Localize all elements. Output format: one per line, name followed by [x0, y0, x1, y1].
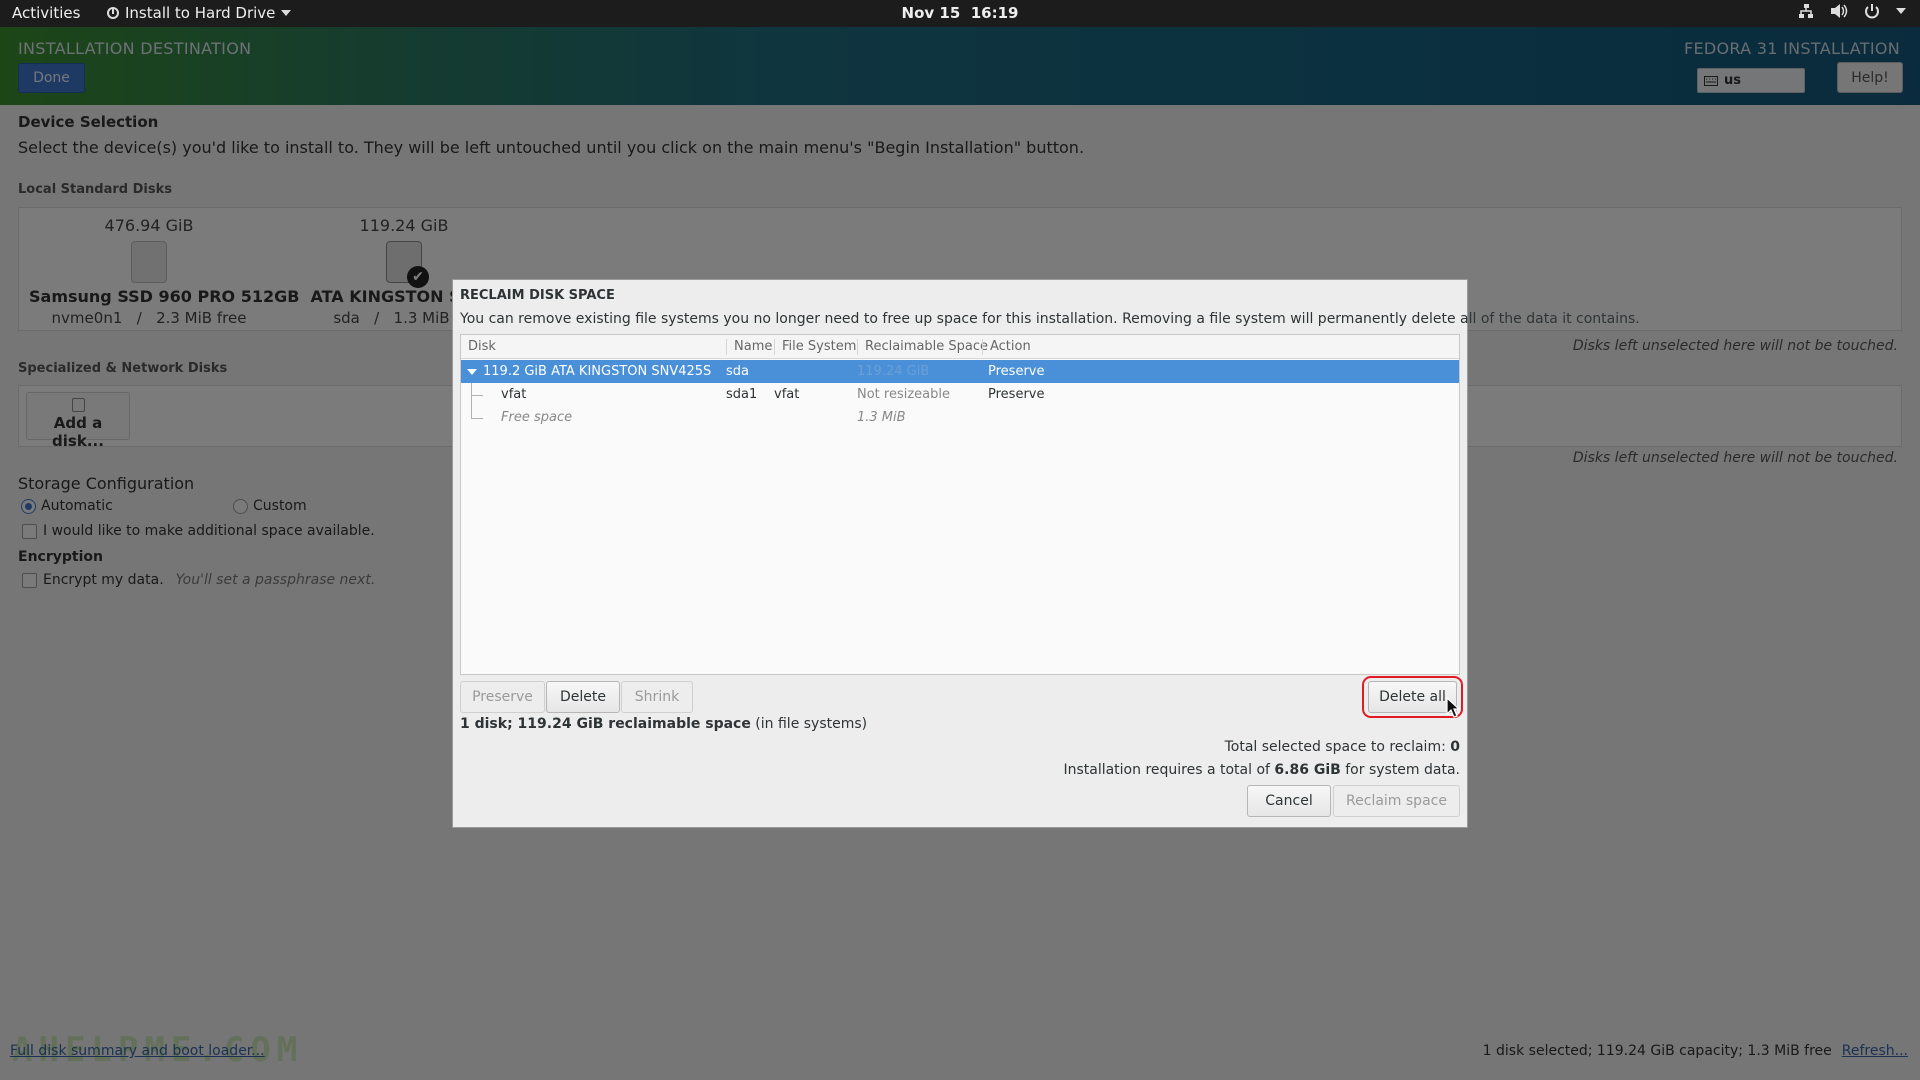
- reclaim-disk-space-dialog: RECLAIM DISK SPACE You can remove existi…: [452, 279, 1640, 828]
- cancel-button[interactable]: Cancel: [1247, 785, 1331, 817]
- installer-icon: [107, 7, 119, 19]
- disk-cell: Free space: [501, 410, 573, 425]
- top-bar: Activities Install to Hard Drive Nov 15 …: [0, 0, 1920, 27]
- total-value: 0: [1450, 739, 1460, 755]
- clock[interactable]: Nov 15 16:19: [902, 4, 1019, 22]
- fs-cell: vfat: [774, 387, 800, 402]
- expander-triangle-icon[interactable]: [467, 368, 477, 375]
- reclaim-summary: 1 disk; 119.24 GiB reclaimable space (in…: [460, 716, 867, 732]
- reclaim-cell: Not resizeable: [857, 387, 950, 402]
- activities-button[interactable]: Activities: [12, 4, 80, 22]
- preserve-button[interactable]: Preserve: [460, 681, 545, 713]
- tree-row-disk[interactable]: 119.2 GiB ATA KINGSTON SNV425S sda 119.2…: [461, 360, 1459, 383]
- total-reclaim: Total selected space to reclaim: 0: [1225, 739, 1460, 755]
- column-action[interactable]: Action: [982, 339, 1031, 355]
- requires-pre: Installation requires a total of: [1063, 762, 1275, 778]
- requires-value: 6.86 GiB: [1274, 762, 1341, 778]
- reclaim-cell: 119.24 GiB: [857, 364, 930, 379]
- network-icon: [1799, 4, 1813, 18]
- disk-label: 119.2 GiB ATA KINGSTON SNV425S: [483, 364, 712, 379]
- delete-button[interactable]: Delete: [546, 681, 620, 713]
- dialog-description: You can remove existing file systems you…: [460, 311, 1640, 327]
- dialog-title: RECLAIM DISK SPACE: [460, 288, 615, 303]
- power-icon: [1865, 4, 1879, 19]
- mouse-pointer-icon: [1446, 697, 1460, 718]
- disk-tree[interactable]: Disk Name File System Reclaimable Space …: [460, 334, 1460, 675]
- delete-all-button[interactable]: Delete all: [1368, 681, 1457, 713]
- summary-rest: (in file systems): [750, 716, 868, 732]
- clock-time: 16:19: [970, 4, 1019, 22]
- chevron-down-icon: [1896, 8, 1906, 14]
- column-disk[interactable]: Disk: [461, 339, 496, 355]
- clock-date: Nov 15: [901, 4, 961, 22]
- chevron-down-icon: [281, 10, 292, 16]
- installation-requirement: Installation requires a total of 6.86 Gi…: [1063, 762, 1460, 778]
- app-menu-label: Install to Hard Drive: [125, 4, 276, 22]
- volume-icon: [1831, 4, 1848, 18]
- shrink-button[interactable]: Shrink: [621, 681, 693, 713]
- tree-row-partition[interactable]: vfat sda1 vfat Not resizeable Preserve: [461, 383, 1459, 406]
- column-name[interactable]: Name: [726, 339, 772, 355]
- tree-header: Disk Name File System Reclaimable Space …: [461, 335, 1459, 359]
- action-cell: Preserve: [988, 364, 1045, 379]
- reclaim-space-button[interactable]: Reclaim space: [1333, 785, 1460, 817]
- requires-post: for system data.: [1340, 762, 1460, 778]
- column-file-system[interactable]: File System: [774, 339, 856, 355]
- reclaim-cell: 1.3 MiB: [857, 410, 906, 425]
- disk-cell: 119.2 GiB ATA KINGSTON SNV425S: [467, 364, 711, 379]
- name-cell: sda1: [726, 387, 758, 402]
- disk-cell: vfat: [501, 387, 527, 402]
- summary-bold: 1 disk; 119.24 GiB reclaimable space: [460, 716, 751, 732]
- tree-row-free-space[interactable]: Free space 1.3 MiB: [461, 406, 1459, 429]
- total-label: Total selected space to reclaim:: [1224, 739, 1451, 755]
- column-reclaimable-space[interactable]: Reclaimable Space: [857, 339, 988, 355]
- app-menu[interactable]: Install to Hard Drive: [107, 4, 292, 22]
- action-cell: Preserve: [988, 387, 1045, 402]
- name-cell: sda: [726, 364, 749, 379]
- system-tray[interactable]: [1798, 3, 1906, 19]
